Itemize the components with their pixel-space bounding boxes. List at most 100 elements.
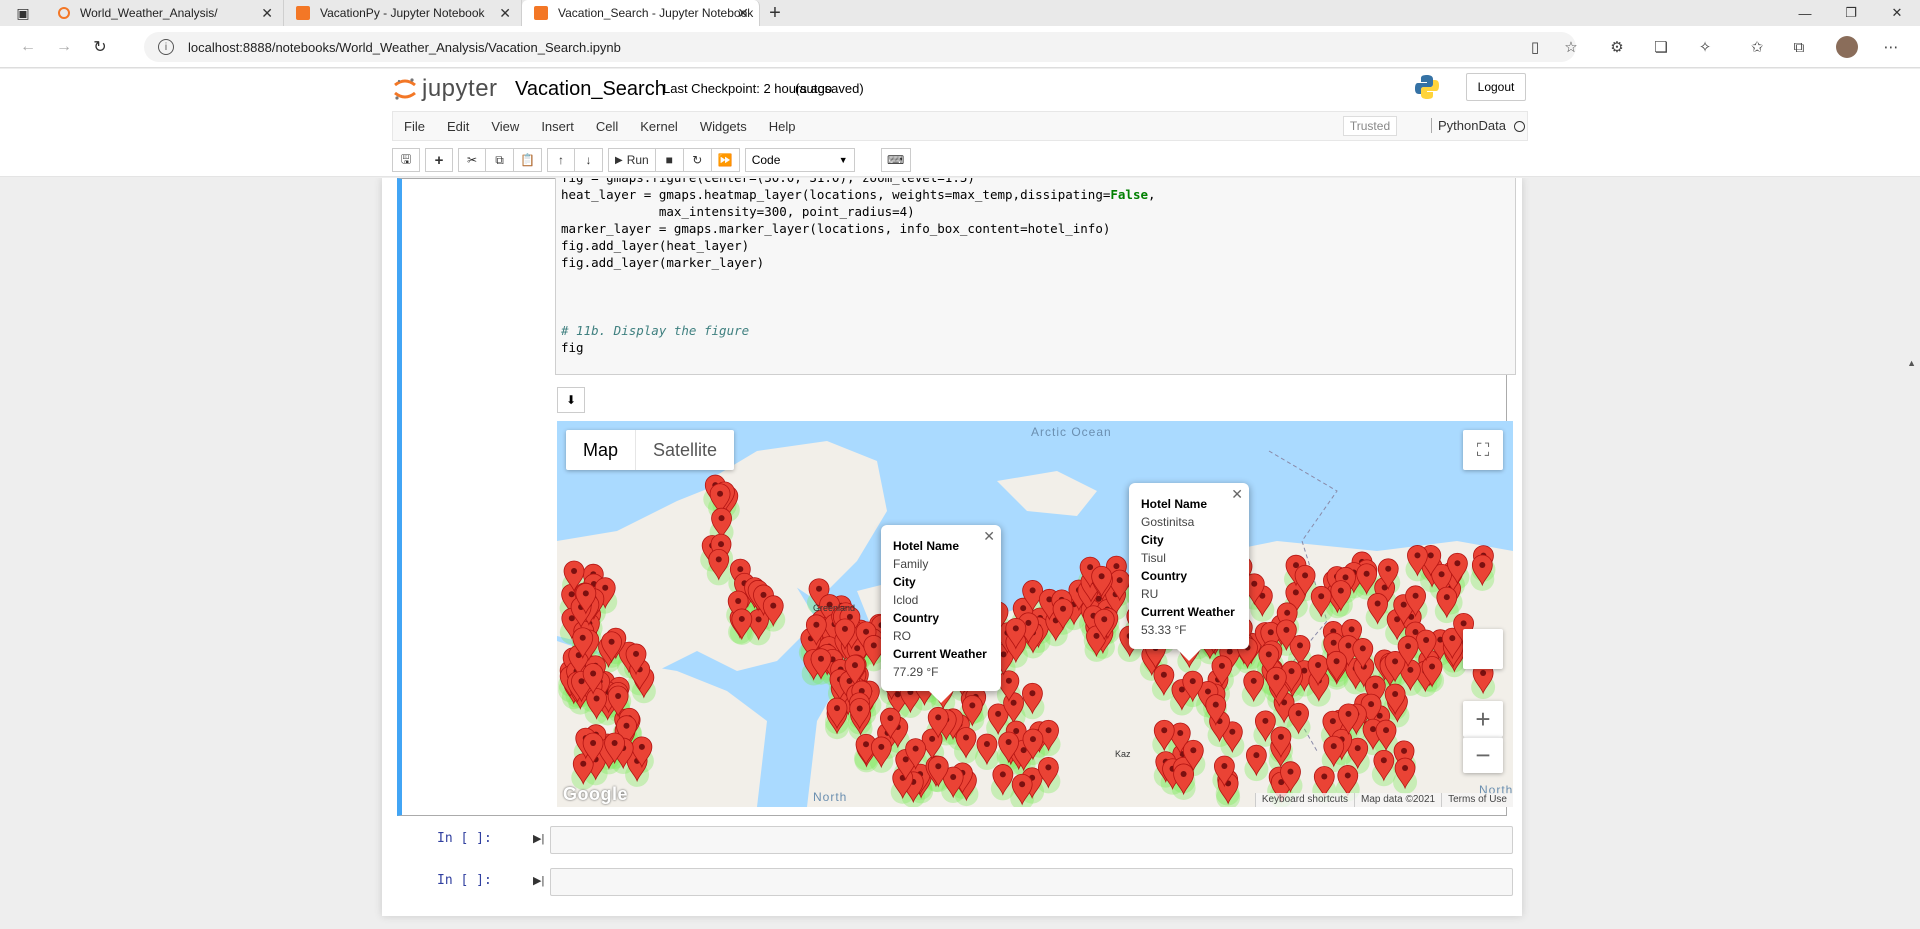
notebook-name[interactable]: Vacation_Search bbox=[515, 78, 666, 101]
tab-vacationpy[interactable]: VacationPy - Jupyter Notebook ✕ bbox=[284, 0, 522, 26]
menu-widgets[interactable]: Widgets bbox=[689, 119, 758, 134]
map-marker-dot bbox=[1423, 637, 1430, 644]
map-marker-dot bbox=[929, 735, 936, 742]
gmaps-figure[interactable]: Arctic Ocean Greenland Kaz North North M… bbox=[557, 421, 1513, 807]
terms-of-use-link[interactable]: Terms of Use bbox=[1441, 793, 1513, 807]
empty-code-cell[interactable]: In [ ]: ▶| bbox=[397, 822, 1513, 858]
menu-view[interactable]: View bbox=[480, 119, 530, 134]
menu-file[interactable]: File bbox=[393, 119, 436, 134]
map-canvas[interactable] bbox=[557, 421, 1513, 807]
map-marker-dot bbox=[1113, 563, 1120, 570]
map-marker-dot bbox=[755, 616, 762, 623]
trusted-badge[interactable]: Trusted bbox=[1343, 116, 1397, 136]
map-marker-dot bbox=[602, 584, 609, 591]
tab-actions-icon[interactable]: ▣ bbox=[0, 0, 46, 26]
menu-kernel[interactable]: Kernel bbox=[629, 119, 689, 134]
url-field[interactable]: i localhost:8888/notebooks/World_Weather… bbox=[144, 32, 1576, 62]
keyboard-shortcuts-link[interactable]: Keyboard shortcuts bbox=[1254, 793, 1354, 807]
map-marker-dot bbox=[1344, 772, 1351, 779]
land-arctic-islands bbox=[997, 471, 1097, 516]
new-tab-icon[interactable]: + bbox=[760, 0, 790, 26]
paste-icon[interactable]: 📋 bbox=[514, 148, 542, 172]
refresh-icon[interactable]: ↻ bbox=[82, 32, 118, 62]
close-tab-icon[interactable]: ✕ bbox=[261, 5, 273, 22]
favorites-icon[interactable]: ✩ bbox=[1744, 34, 1770, 60]
interrupt-icon[interactable]: ■ bbox=[655, 148, 684, 172]
zoom-out-button[interactable]: − bbox=[1463, 737, 1503, 773]
avatar[interactable] bbox=[1834, 34, 1860, 60]
command-palette-icon[interactable]: ⌨ bbox=[880, 148, 911, 172]
autosave-status: (autosaved) bbox=[795, 81, 864, 96]
map-marker-dot bbox=[817, 655, 824, 662]
download-icon[interactable]: ⬇ bbox=[557, 387, 585, 413]
move-down-icon[interactable]: ↓ bbox=[575, 148, 603, 172]
run-cell-icon[interactable]: ▶| bbox=[533, 832, 544, 845]
tab-world-weather[interactable]: World_Weather_Analysis/ ✕ bbox=[46, 0, 284, 26]
collections-icon[interactable]: ❏ bbox=[1648, 34, 1674, 60]
map-marker-dot bbox=[1292, 589, 1299, 596]
map-marker-dot bbox=[1368, 701, 1375, 708]
map-marker-dot bbox=[1296, 642, 1303, 649]
insert-cell-icon[interactable]: + bbox=[425, 148, 453, 172]
collections-tab-icon[interactable]: ⧉ bbox=[1786, 34, 1812, 60]
jupyter-logo-text: jupyter bbox=[422, 75, 498, 102]
save-icon[interactable]: 🖫 bbox=[392, 148, 420, 172]
move-up-icon[interactable]: ↑ bbox=[547, 148, 575, 172]
jupyter-logo[interactable]: jupyter bbox=[392, 75, 498, 103]
map-marker-dot bbox=[969, 702, 976, 709]
tab-vacation-search[interactable]: Vacation_Search - Jupyter Notebook ✕ bbox=[522, 0, 760, 26]
cut-icon[interactable]: ✂ bbox=[458, 148, 486, 172]
kernel-name[interactable]: PythonData bbox=[1431, 118, 1506, 133]
puzzle-extensions-icon[interactable]: ✧ bbox=[1692, 34, 1718, 60]
favorite-star-icon[interactable]: ☆ bbox=[1558, 34, 1584, 60]
url-text: localhost:8888/notebooks/World_Weather_A… bbox=[188, 39, 621, 55]
restart-run-all-icon[interactable]: ⏩ bbox=[711, 148, 740, 172]
selected-code-cell[interactable]: fig = gmaps.figure(center=(30.0, 31.0), … bbox=[397, 178, 1516, 816]
fullscreen-icon[interactable]: ⛶ bbox=[1463, 430, 1503, 470]
scroll-up-arrow-icon[interactable]: ▲ bbox=[1907, 358, 1916, 368]
map-marker-dot bbox=[1262, 717, 1269, 724]
run-button[interactable]: ▶ Run bbox=[608, 148, 656, 172]
close-tab-icon[interactable]: ✕ bbox=[499, 5, 511, 22]
map-marker-dot bbox=[878, 743, 885, 750]
map-marker-dot bbox=[1221, 762, 1228, 769]
google-logo[interactable]: Google bbox=[563, 784, 628, 805]
close-icon[interactable]: ✕ bbox=[983, 527, 995, 545]
back-icon[interactable]: ← bbox=[10, 32, 46, 62]
run-cell-icon[interactable]: ▶| bbox=[533, 874, 544, 887]
restart-icon[interactable]: ↻ bbox=[683, 148, 712, 172]
empty-code-cell[interactable]: In [ ]: ▶| bbox=[397, 864, 1513, 900]
street-view-pegman-icon[interactable] bbox=[1463, 629, 1503, 669]
reader-view-icon[interactable]: ▯ bbox=[1522, 34, 1548, 60]
close-window-icon[interactable]: ✕ bbox=[1874, 0, 1920, 26]
notebook-toolbar: 🖫 + ✂ ⧉ 📋 ↑ ↓ ▶ Run ■ ↻ ⏩ Code ▼ ⌨ bbox=[392, 147, 1528, 173]
map-marker-dot bbox=[590, 739, 597, 746]
maximize-icon[interactable]: ❐ bbox=[1828, 0, 1874, 26]
menu-help[interactable]: Help bbox=[758, 119, 807, 134]
menu-insert[interactable]: Insert bbox=[530, 119, 585, 134]
code-line: max_intensity=300, point_radius=4) bbox=[561, 204, 915, 219]
code-editor[interactable]: fig = gmaps.figure(center=(30.0, 31.0), … bbox=[555, 178, 1516, 375]
extension-icon[interactable]: ⚙ bbox=[1604, 34, 1630, 60]
map-type-map-button[interactable]: Map bbox=[566, 430, 637, 470]
notebook-site: fig = gmaps.figure(center=(30.0, 31.0), … bbox=[0, 178, 1920, 929]
cell-input[interactable] bbox=[550, 826, 1513, 854]
zoom-in-button[interactable]: + bbox=[1463, 701, 1503, 737]
cell-type-select[interactable]: Code ▼ bbox=[744, 148, 855, 172]
logout-button[interactable]: Logout bbox=[1466, 73, 1526, 101]
menu-cell[interactable]: Cell bbox=[585, 119, 629, 134]
close-icon[interactable]: ✕ bbox=[1231, 485, 1243, 503]
site-info-icon[interactable]: i bbox=[158, 39, 174, 55]
map-marker-dot bbox=[950, 774, 957, 781]
forward-icon[interactable]: → bbox=[46, 32, 82, 62]
more-menu-icon[interactable]: ⋯ bbox=[1878, 34, 1904, 60]
minimize-icon[interactable]: — bbox=[1782, 0, 1828, 26]
map-marker-dot bbox=[1226, 648, 1233, 655]
map-marker-dot bbox=[1402, 765, 1409, 772]
menu-edit[interactable]: Edit bbox=[436, 119, 480, 134]
cell-input[interactable] bbox=[550, 868, 1513, 896]
close-tab-icon[interactable]: ✕ bbox=[737, 5, 749, 22]
copy-icon[interactable]: ⧉ bbox=[486, 148, 514, 172]
map-type-satellite-button[interactable]: Satellite bbox=[636, 430, 734, 470]
map-marker-dot bbox=[1180, 770, 1187, 777]
